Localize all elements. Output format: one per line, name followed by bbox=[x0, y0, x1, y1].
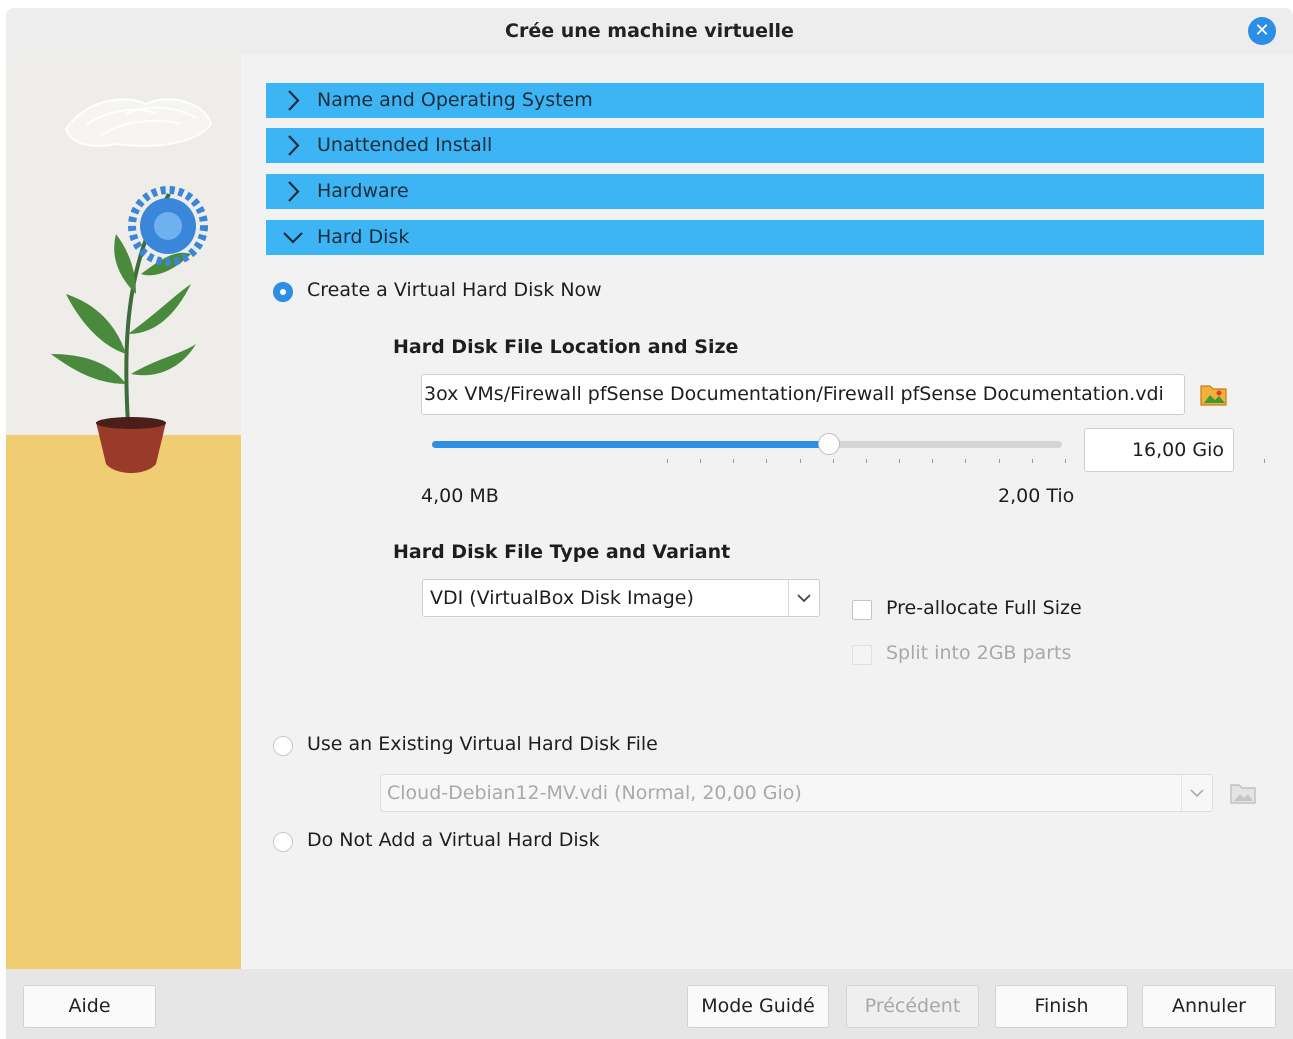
slider-handle[interactable] bbox=[818, 433, 840, 455]
slider-tick bbox=[833, 459, 834, 463]
slider-min-label: 4,00 MB bbox=[421, 485, 499, 507]
disk-size-value: 16,00 Gio bbox=[1131, 439, 1224, 461]
slider-tick bbox=[766, 459, 767, 463]
section-hard-disk[interactable]: Hard Disk bbox=[266, 220, 1264, 255]
close-icon: ✕ bbox=[1254, 20, 1270, 41]
section-hardware[interactable]: Hardware bbox=[266, 174, 1264, 209]
disk-file-path-value: 3ox VMs/Firewall pfSense Documentation/F… bbox=[424, 383, 1164, 405]
preallocate-checkbox[interactable] bbox=[852, 600, 872, 620]
window-title: Crée une machine virtuelle bbox=[505, 20, 794, 42]
slider-tick bbox=[1032, 459, 1033, 463]
slider-tick bbox=[899, 459, 900, 463]
slider-tick bbox=[1065, 459, 1066, 463]
preallocate-label[interactable]: Pre-allocate Full Size bbox=[886, 597, 1082, 619]
section-label: Name and Operating System bbox=[317, 89, 593, 111]
slider-tick bbox=[866, 459, 867, 463]
section-unattended-install[interactable]: Unattended Install bbox=[266, 128, 1264, 163]
dropdown-button bbox=[1181, 775, 1212, 811]
wizard-illustration bbox=[6, 54, 241, 969]
folder-browse-icon[interactable] bbox=[1199, 380, 1229, 408]
chevron-right-icon bbox=[288, 135, 300, 156]
disk-size-input[interactable]: 16,00 Gio bbox=[1084, 428, 1234, 472]
type-heading: Hard Disk File Type and Variant bbox=[393, 541, 731, 563]
chevron-right-icon bbox=[288, 90, 300, 111]
existing-disk-select: Cloud-Debian12-MV.vdi (Normal, 20,00 Gio… bbox=[380, 774, 1213, 812]
slider-max-label: 2,00 Tio bbox=[998, 485, 1075, 507]
plant-illustration-icon bbox=[51, 98, 213, 473]
cancel-button[interactable]: Annuler bbox=[1142, 985, 1276, 1028]
split-checkbox bbox=[852, 645, 872, 665]
previous-button: Précédent bbox=[846, 985, 979, 1028]
slider-tick bbox=[999, 459, 1000, 463]
slider-tick bbox=[1264, 459, 1265, 463]
slider-fill bbox=[432, 441, 829, 448]
slider-tick bbox=[965, 459, 966, 463]
slider-tick bbox=[800, 459, 801, 463]
chevron-down-icon bbox=[1190, 789, 1204, 798]
no-disk-label[interactable]: Do Not Add a Virtual Hard Disk bbox=[307, 829, 600, 851]
dropdown-button[interactable] bbox=[788, 580, 819, 616]
dialog-window: Crée une machine virtuelle ✕ Name and Op… bbox=[6, 8, 1293, 1039]
section-name-os[interactable]: Name and Operating System bbox=[266, 83, 1264, 118]
slider-tick bbox=[932, 459, 933, 463]
use-existing-label[interactable]: Use an Existing Virtual Hard Disk File bbox=[307, 733, 658, 755]
slider-tick bbox=[733, 459, 734, 463]
wizard-content: Name and Operating System Unattended Ins… bbox=[241, 54, 1293, 969]
folder-browse-disabled-icon bbox=[1230, 784, 1256, 804]
disk-type-select[interactable]: VDI (VirtualBox Disk Image) bbox=[422, 579, 820, 617]
chevron-down-icon bbox=[283, 232, 303, 244]
disk-size-slider[interactable] bbox=[432, 433, 1062, 455]
button-bar: Aide Mode Guidé Précédent Finish Annuler bbox=[6, 969, 1293, 1039]
guided-mode-button[interactable]: Mode Guidé bbox=[687, 985, 829, 1028]
create-disk-radio[interactable] bbox=[273, 282, 293, 302]
section-label: Hardware bbox=[317, 180, 409, 202]
disk-type-value: VDI (VirtualBox Disk Image) bbox=[430, 587, 694, 609]
disk-file-path-input[interactable]: 3ox VMs/Firewall pfSense Documentation/F… bbox=[421, 374, 1185, 415]
slider-tick bbox=[700, 459, 701, 463]
no-disk-radio[interactable] bbox=[273, 832, 293, 852]
chevron-right-icon bbox=[288, 181, 300, 202]
help-button[interactable]: Aide bbox=[23, 985, 156, 1028]
use-existing-radio[interactable] bbox=[273, 736, 293, 756]
section-label: Hard Disk bbox=[317, 226, 410, 248]
existing-disk-value: Cloud-Debian12-MV.vdi (Normal, 20,00 Gio… bbox=[387, 782, 802, 804]
title-bar: Crée une machine virtuelle ✕ bbox=[6, 8, 1293, 54]
create-disk-label[interactable]: Create a Virtual Hard Disk Now bbox=[307, 279, 602, 301]
split-label: Split into 2GB parts bbox=[886, 642, 1072, 664]
slider-tick bbox=[667, 459, 668, 463]
finish-button[interactable]: Finish bbox=[995, 985, 1128, 1028]
location-heading: Hard Disk File Location and Size bbox=[393, 336, 739, 358]
chevron-down-icon bbox=[797, 594, 811, 603]
close-button[interactable]: ✕ bbox=[1248, 17, 1276, 45]
section-label: Unattended Install bbox=[317, 134, 493, 156]
